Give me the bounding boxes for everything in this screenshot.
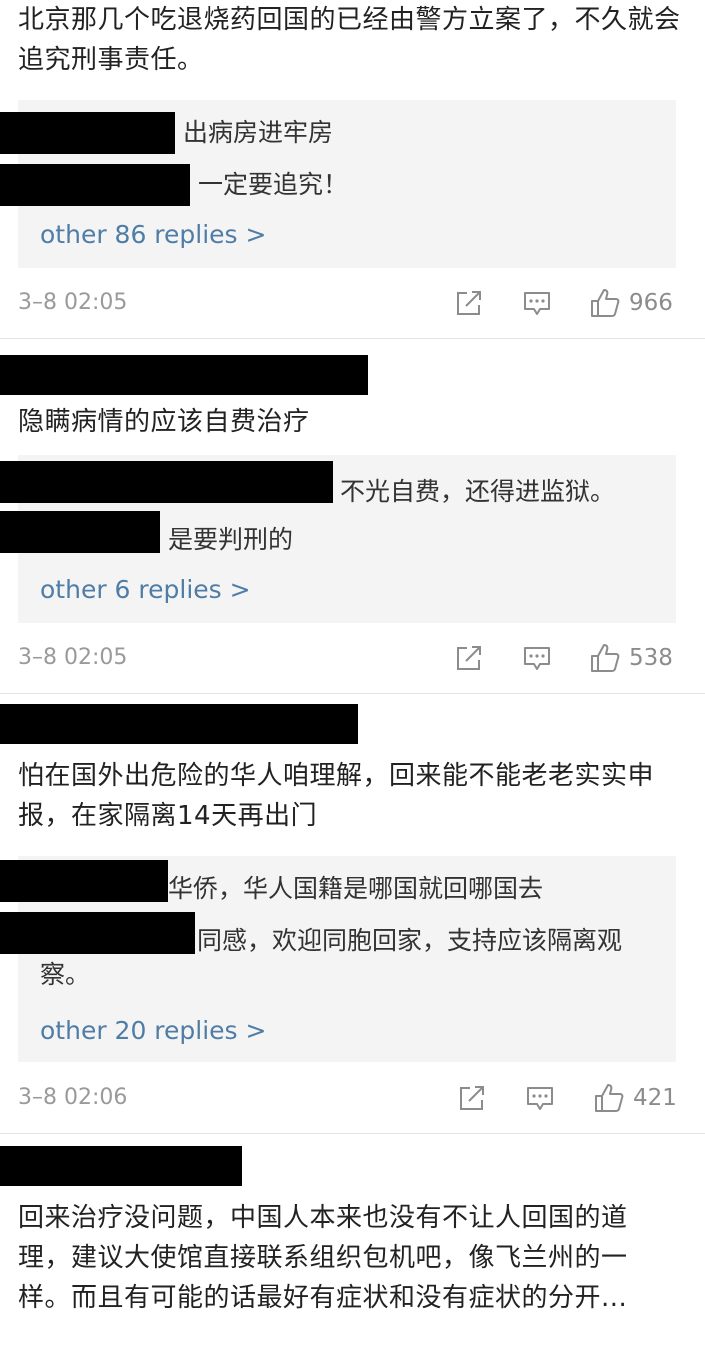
comment-button[interactable]	[525, 1078, 555, 1118]
thumbs-up-icon	[589, 642, 621, 674]
share-button[interactable]	[454, 283, 484, 323]
reply-text: 华侨，华人国籍是哪国就回哪国去	[168, 874, 544, 903]
comment-timestamp: 3–8 02:05	[18, 290, 128, 315]
comment-text: 北京那几个吃退烧药回国的已经由警方立案了，不久就会追究刑事责任。	[18, 5, 681, 75]
like-count: 538	[629, 645, 673, 671]
other-replies-link[interactable]: other 20 replies >	[40, 1014, 266, 1048]
redacted-username	[0, 912, 195, 954]
share-button[interactable]	[454, 638, 484, 678]
comment-text: 隐瞒病情的应该自费治疗	[18, 407, 310, 437]
comment-icon	[525, 1083, 555, 1113]
like-button[interactable]: 966	[589, 283, 673, 323]
like-count: 966	[629, 290, 673, 316]
reply-text: 出病房进牢房	[183, 118, 334, 147]
comment-footer: 3–8 02:05 966	[0, 283, 705, 323]
comment-button[interactable]	[522, 283, 552, 323]
other-replies-link[interactable]: other 86 replies >	[40, 218, 266, 252]
reply-text: 一定要追究！	[198, 170, 349, 199]
redacted-username	[0, 860, 168, 902]
redacted-username	[0, 112, 175, 154]
redacted-username	[0, 511, 160, 553]
comment-item: 怕在国外出危险的华人咱理解，回来能不能老老实实申报，在家隔离14天再出门 华侨，…	[0, 694, 705, 1133]
like-count: 421	[633, 1085, 677, 1111]
like-button[interactable]: 421	[593, 1078, 677, 1118]
comment-footer: 3–8 02:06 421	[0, 1078, 705, 1118]
redacted-username	[0, 704, 358, 744]
share-icon	[454, 288, 484, 318]
share-icon	[454, 643, 484, 673]
share-icon	[457, 1083, 487, 1113]
share-button[interactable]	[457, 1078, 487, 1118]
redacted-username	[0, 164, 190, 206]
thumbs-up-icon	[593, 1082, 625, 1114]
reply-text: 是要判刑的	[168, 525, 294, 554]
comment-feed: 北京那几个吃退烧药回国的已经由警方立案了，不久就会追究刑事责任。 出病房进牢房 …	[0, 0, 705, 1369]
comment-footer: 3–8 02:05 538	[0, 638, 705, 678]
redacted-username	[0, 355, 368, 395]
comment-item: 北京那几个吃退烧药回国的已经由警方立案了，不久就会追究刑事责任。 出病房进牢房 …	[0, 0, 705, 338]
reply-text: 不光自费，还得进监狱。	[340, 477, 616, 506]
comment-text: 怕在国外出危险的华人咱理解，回来能不能老老实实申报，在家隔离14天再出门	[18, 761, 655, 831]
comment-icon	[522, 643, 552, 673]
comment-timestamp: 3–8 02:06	[18, 1085, 128, 1110]
comment-timestamp: 3–8 02:05	[18, 645, 128, 670]
comment-icon	[522, 288, 552, 318]
comment-button[interactable]	[522, 638, 552, 678]
thumbs-up-icon	[589, 287, 621, 319]
like-button[interactable]: 538	[589, 638, 673, 678]
redacted-username	[0, 1146, 242, 1186]
comment-item: 隐瞒病情的应该自费治疗 不光自费，还得进监狱。 是要判刑的 other 6 re…	[0, 339, 705, 693]
comment-item: 回来治疗没问题，中国人本来也没有不让人回国的道理，建议大使馆直接联系组织包机吧，…	[0, 1134, 705, 1369]
other-replies-link[interactable]: other 6 replies >	[40, 573, 251, 607]
comment-text: 回来治疗没问题，中国人本来也没有不让人回国的道理，建议大使馆直接联系组织包机吧，…	[18, 1203, 628, 1313]
redacted-username	[0, 461, 333, 503]
